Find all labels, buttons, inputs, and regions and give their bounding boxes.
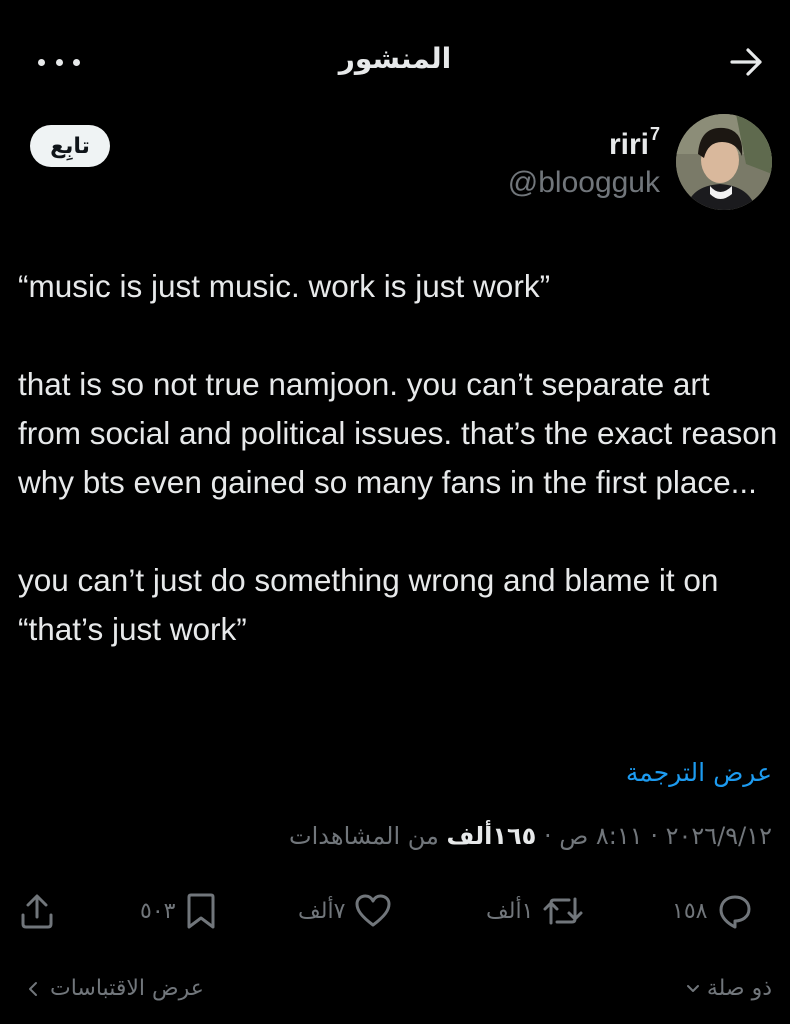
relevance-label: ذو صلة xyxy=(706,976,772,1001)
repost-count: ١ألف xyxy=(486,898,534,924)
top-bar: المنشور xyxy=(0,0,790,120)
show-translation-link[interactable]: عرض الترجمة xyxy=(626,758,772,787)
display-name-text: riri xyxy=(608,128,649,161)
share-button[interactable] xyxy=(18,886,56,936)
view-quotes-link[interactable]: عرض الاقتباسات xyxy=(26,976,204,1001)
repost-button[interactable]: ١ألف xyxy=(486,886,585,936)
page-title: المنشور xyxy=(338,42,452,75)
share-icon xyxy=(21,894,53,929)
bookmark-icon xyxy=(187,893,215,929)
meta-separator: · xyxy=(543,822,552,850)
action-bar: ١٥٨ ١ألف ٧ألف ٥٠٣ xyxy=(0,886,790,936)
chevron-left-icon xyxy=(29,981,37,996)
tweet-text: “music is just music. work is just work”… xyxy=(18,262,778,654)
tweet-paragraph: you can’t just do something wrong and bl… xyxy=(18,562,719,647)
views-count: ١٦٥ألف xyxy=(446,822,537,850)
tweet-time[interactable]: ٨:١١ ص xyxy=(559,822,642,850)
avatar-photo xyxy=(676,114,772,210)
sort-relevance-dropdown[interactable]: ذو صلة xyxy=(685,976,772,1001)
avatar[interactable] xyxy=(676,114,772,210)
meta-separator: · xyxy=(650,822,658,850)
heart-icon xyxy=(355,894,391,927)
repost-icon xyxy=(543,897,583,925)
bookmark-button[interactable]: ٥٠٣ xyxy=(140,886,219,936)
display-name-superscript: 7 xyxy=(649,124,660,144)
reply-button[interactable]: ١٥٨ xyxy=(672,886,755,936)
bookmark-count: ٥٠٣ xyxy=(140,898,176,924)
like-count: ٧ألف xyxy=(298,898,346,924)
views-label: من المشاهدات xyxy=(289,822,439,850)
replies-options-row: ذو صلة عرض الاقتباسات xyxy=(0,972,790,1016)
reply-icon xyxy=(719,895,751,929)
tweet-paragraph: that is so not true namjoon. you can’t s… xyxy=(18,366,778,500)
tweet-metadata: ٢٠٢٦/٩/١٢ · ٨:١١ ص · ١٦٥ألف من المشاهدات xyxy=(289,822,772,850)
follow-button[interactable]: تابِع xyxy=(30,125,110,167)
author-handle[interactable]: @bloogguk xyxy=(508,166,660,200)
like-button[interactable]: ٧ألف xyxy=(298,886,393,936)
reply-count: ١٥٨ xyxy=(672,898,708,924)
tweet-paragraph: “music is just music. work is just work” xyxy=(18,268,551,304)
chevron-down-icon xyxy=(686,984,699,992)
back-arrow-icon[interactable] xyxy=(726,44,766,80)
tweet-date[interactable]: ٢٠٢٦/٩/١٢ xyxy=(666,822,772,850)
quotes-label: عرض الاقتباسات xyxy=(50,976,204,1001)
author-display-name[interactable]: riri7 xyxy=(609,124,660,162)
